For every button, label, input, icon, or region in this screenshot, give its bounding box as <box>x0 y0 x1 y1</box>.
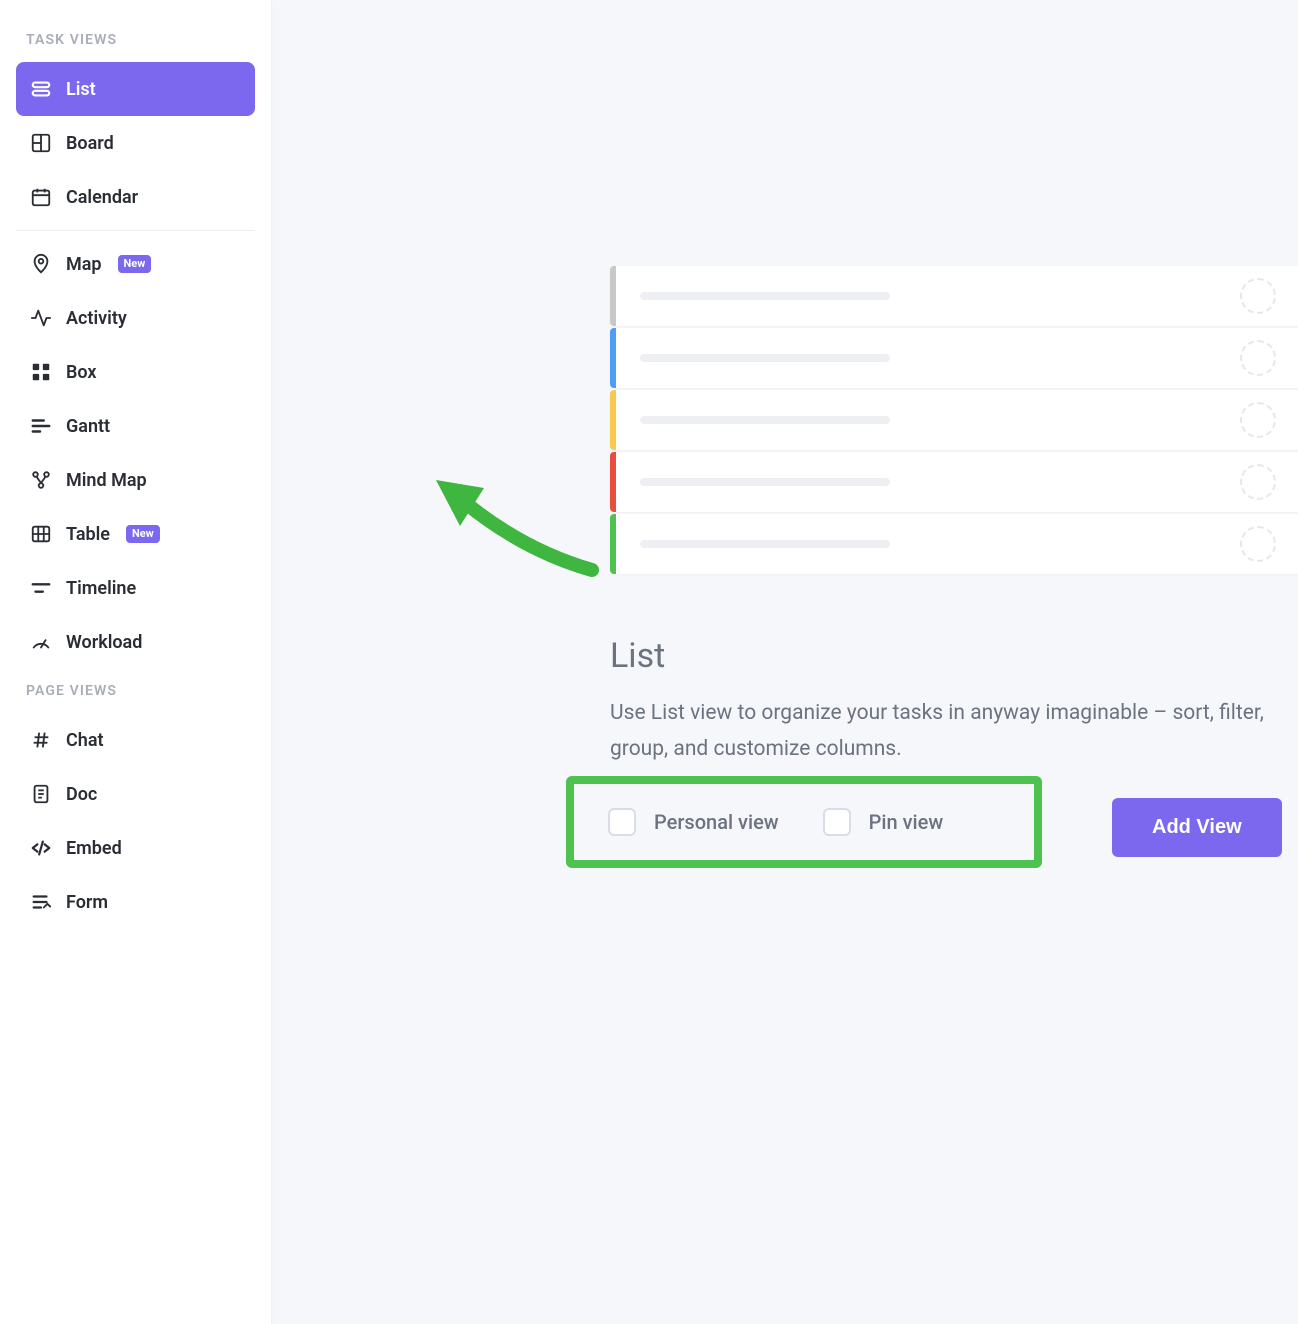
section-label-page-views: PAGE VIEWS <box>16 669 255 713</box>
sidebar: TASK VIEWS List Board <box>0 0 272 1324</box>
color-stripe <box>610 390 616 450</box>
nav-item-map[interactable]: Map New <box>16 237 255 291</box>
nav-item-label: Activity <box>66 308 127 329</box>
checkbox-box <box>608 808 636 836</box>
nav-item-workload[interactable]: Workload <box>16 615 255 669</box>
nav-item-label: Doc <box>66 784 97 805</box>
placeholder-circle <box>1240 402 1276 438</box>
nav-item-table[interactable]: Table New <box>16 507 255 561</box>
placeholder-circle <box>1240 340 1276 376</box>
nav-item-label: Gantt <box>66 416 110 437</box>
nav-item-label: List <box>66 79 96 100</box>
view-detail-description: Use List view to organize your tasks in … <box>610 696 1270 767</box>
preview-row <box>610 390 1298 450</box>
placeholder-line <box>640 540 890 548</box>
color-stripe <box>610 452 616 512</box>
checkbox-label: Pin view <box>869 810 944 834</box>
placeholder-circle <box>1240 278 1276 314</box>
hash-icon <box>30 729 52 751</box>
nav-item-box[interactable]: Box <box>16 345 255 399</box>
nav-item-label: Timeline <box>66 578 136 599</box>
checkbox-personal-view[interactable]: Personal view <box>608 808 779 836</box>
nav-item-label: Box <box>66 362 97 383</box>
list-icon <box>30 78 52 100</box>
divider <box>16 230 255 231</box>
pulse-icon <box>30 307 52 329</box>
timeline-icon <box>30 577 52 599</box>
map-pin-icon <box>30 253 52 275</box>
color-stripe <box>610 266 616 326</box>
list-preview <box>610 266 1298 576</box>
preview-row <box>610 452 1298 512</box>
grid-icon <box>30 361 52 383</box>
color-stripe <box>610 328 616 388</box>
preview-row <box>610 328 1298 388</box>
nav-item-label: Form <box>66 892 108 913</box>
nav-item-label: Map <box>66 254 102 275</box>
calendar-icon <box>30 186 52 208</box>
nav-item-label: Board <box>66 133 114 154</box>
nav-item-label: Calendar <box>66 187 138 208</box>
nav-item-label: Embed <box>66 838 122 859</box>
nav-item-mindmap[interactable]: Mind Map <box>16 453 255 507</box>
new-badge: New <box>126 525 160 543</box>
nav-item-gantt[interactable]: Gantt <box>16 399 255 453</box>
section-label-task-views: TASK VIEWS <box>16 18 255 62</box>
table-icon <box>30 523 52 545</box>
nav-item-activity[interactable]: Activity <box>16 291 255 345</box>
view-options-highlight: Personal view Pin view <box>566 776 1042 868</box>
placeholder-line <box>640 416 890 424</box>
nav-item-chat[interactable]: Chat <box>16 713 255 767</box>
placeholder-line <box>640 292 890 300</box>
placeholder-line <box>640 354 890 362</box>
placeholder-circle <box>1240 464 1276 500</box>
placeholder-circle <box>1240 526 1276 562</box>
nav-item-label: Mind Map <box>66 470 147 491</box>
gantt-icon <box>30 415 52 437</box>
gauge-icon <box>30 631 52 653</box>
main-panel: List Use List view to organize your task… <box>272 0 1298 1324</box>
preview-row <box>610 266 1298 326</box>
nav-item-list[interactable]: List <box>16 62 255 116</box>
doc-icon <box>30 783 52 805</box>
form-icon <box>30 891 52 913</box>
new-badge: New <box>118 255 152 273</box>
annotation-arrow-icon <box>432 470 612 590</box>
nav-item-timeline[interactable]: Timeline <box>16 561 255 615</box>
mindmap-icon <box>30 469 52 491</box>
nav-item-doc[interactable]: Doc <box>16 767 255 821</box>
add-view-button[interactable]: Add View <box>1112 798 1282 857</box>
checkbox-pin-view[interactable]: Pin view <box>823 808 944 836</box>
nav-item-calendar[interactable]: Calendar <box>16 170 255 224</box>
code-icon <box>30 837 52 859</box>
checkbox-box <box>823 808 851 836</box>
nav-item-embed[interactable]: Embed <box>16 821 255 875</box>
nav-item-label: Table <box>66 524 110 545</box>
nav-item-board[interactable]: Board <box>16 116 255 170</box>
board-icon <box>30 132 52 154</box>
placeholder-line <box>640 478 890 486</box>
view-detail-title: List <box>610 636 665 676</box>
preview-row <box>610 514 1298 574</box>
nav-item-label: Chat <box>66 730 104 751</box>
checkbox-label: Personal view <box>654 810 779 834</box>
nav-item-label: Workload <box>66 632 142 653</box>
nav-item-form[interactable]: Form <box>16 875 255 929</box>
color-stripe <box>610 514 616 574</box>
